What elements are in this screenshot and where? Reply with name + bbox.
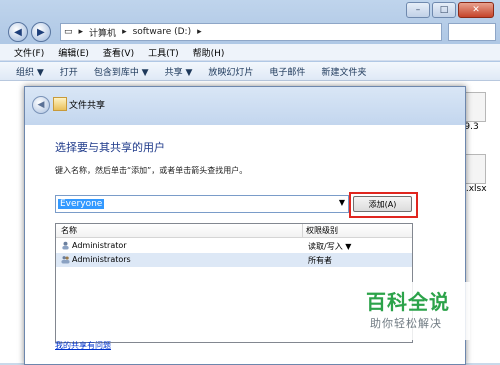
dropdown-arrow-icon[interactable]: ▼ <box>339 198 345 207</box>
menu-help[interactable]: 帮助(H) <box>193 46 225 59</box>
menu-view[interactable]: 查看(V) <box>103 46 134 59</box>
address-bar[interactable]: ▭ ▸ 计算机 ▸ software (D:) ▸ <box>60 23 442 41</box>
toolbar-new-folder[interactable]: 新建文件夹 <box>321 65 366 78</box>
maximize-button[interactable]: □ <box>432 2 456 18</box>
permission-label: 所有者 <box>308 256 332 265</box>
dialog-instruction: 键入名称，然后单击“添加”，或者单击箭头查找用户。 <box>55 166 248 175</box>
group-icon <box>61 256 70 264</box>
list-header: 名称 权限级别 <box>56 224 412 238</box>
watermark-subtitle: 助你轻松解决 <box>370 317 442 330</box>
dialog-title: 文件共享 <box>69 101 106 111</box>
breadcrumb-drive[interactable]: software (D:) <box>133 27 192 37</box>
permission-dropdown[interactable]: 读取/写入 ▼ <box>308 241 351 252</box>
menu-tools[interactable]: 工具(T) <box>148 46 179 59</box>
breadcrumb-separator: ▸ <box>122 27 127 37</box>
watermark-title: 百科全说 <box>366 290 450 314</box>
dialog-heading: 选择要与其共享的用户 <box>55 141 165 154</box>
window-controls: – □ ✕ <box>404 2 494 18</box>
list-item[interactable]: Administrators 所有者 <box>56 253 412 267</box>
breadcrumb-computer[interactable]: 计算机 <box>89 26 116 39</box>
highlight-box: 添加(A) <box>349 192 418 218</box>
toolbar-share[interactable]: 共享 ▼ <box>165 65 193 78</box>
close-button[interactable]: ✕ <box>458 2 494 18</box>
minimize-button[interactable]: – <box>406 2 430 18</box>
toolbar-slideshow[interactable]: 放映幻灯片 <box>208 65 253 78</box>
toolbar-email[interactable]: 电子邮件 <box>269 65 305 78</box>
menu-file[interactable]: 文件(F) <box>14 46 44 59</box>
command-bar: 组织 ▼ 打开 包含到库中 ▼ 共享 ▼ 放映幻灯片 电子邮件 新建文件夹 <box>0 62 500 81</box>
search-input[interactable] <box>448 23 496 41</box>
back-arrow-icon[interactable]: ◀ <box>32 96 50 114</box>
breadcrumb-separator: ▸ <box>197 27 202 37</box>
breadcrumb-separator: ▸ <box>78 27 84 37</box>
menu-edit[interactable]: 编辑(E) <box>58 46 89 59</box>
toolbar-organize[interactable]: 组织 ▼ <box>16 65 44 78</box>
column-permission[interactable]: 权限级别 <box>306 225 338 236</box>
user-name: Administrator <box>72 241 127 250</box>
share-icon <box>53 97 67 111</box>
folder-icon: ▭ <box>64 27 73 37</box>
column-name[interactable]: 名称 <box>61 225 77 236</box>
menu-bar: 文件(F) 编辑(E) 查看(V) 工具(T) 帮助(H) <box>0 44 500 61</box>
user-icon <box>62 241 69 250</box>
forward-icon[interactable]: ▶ <box>30 22 51 42</box>
combo-value: Everyone <box>58 199 105 209</box>
toolbar-open[interactable]: 打开 <box>60 65 78 78</box>
toolbar-include-library[interactable]: 包含到库中 ▼ <box>94 65 149 78</box>
share-help-link[interactable]: 我的共享有问题 <box>55 340 111 351</box>
back-icon[interactable]: ◀ <box>8 22 28 42</box>
user-combo-input[interactable]: Everyone ▼ <box>55 195 349 213</box>
group-name: Administrators <box>72 255 131 264</box>
list-item[interactable]: Administrator 读取/写入 ▼ <box>56 239 412 253</box>
column-divider[interactable] <box>302 224 303 237</box>
add-button[interactable]: 添加(A) <box>353 196 412 212</box>
